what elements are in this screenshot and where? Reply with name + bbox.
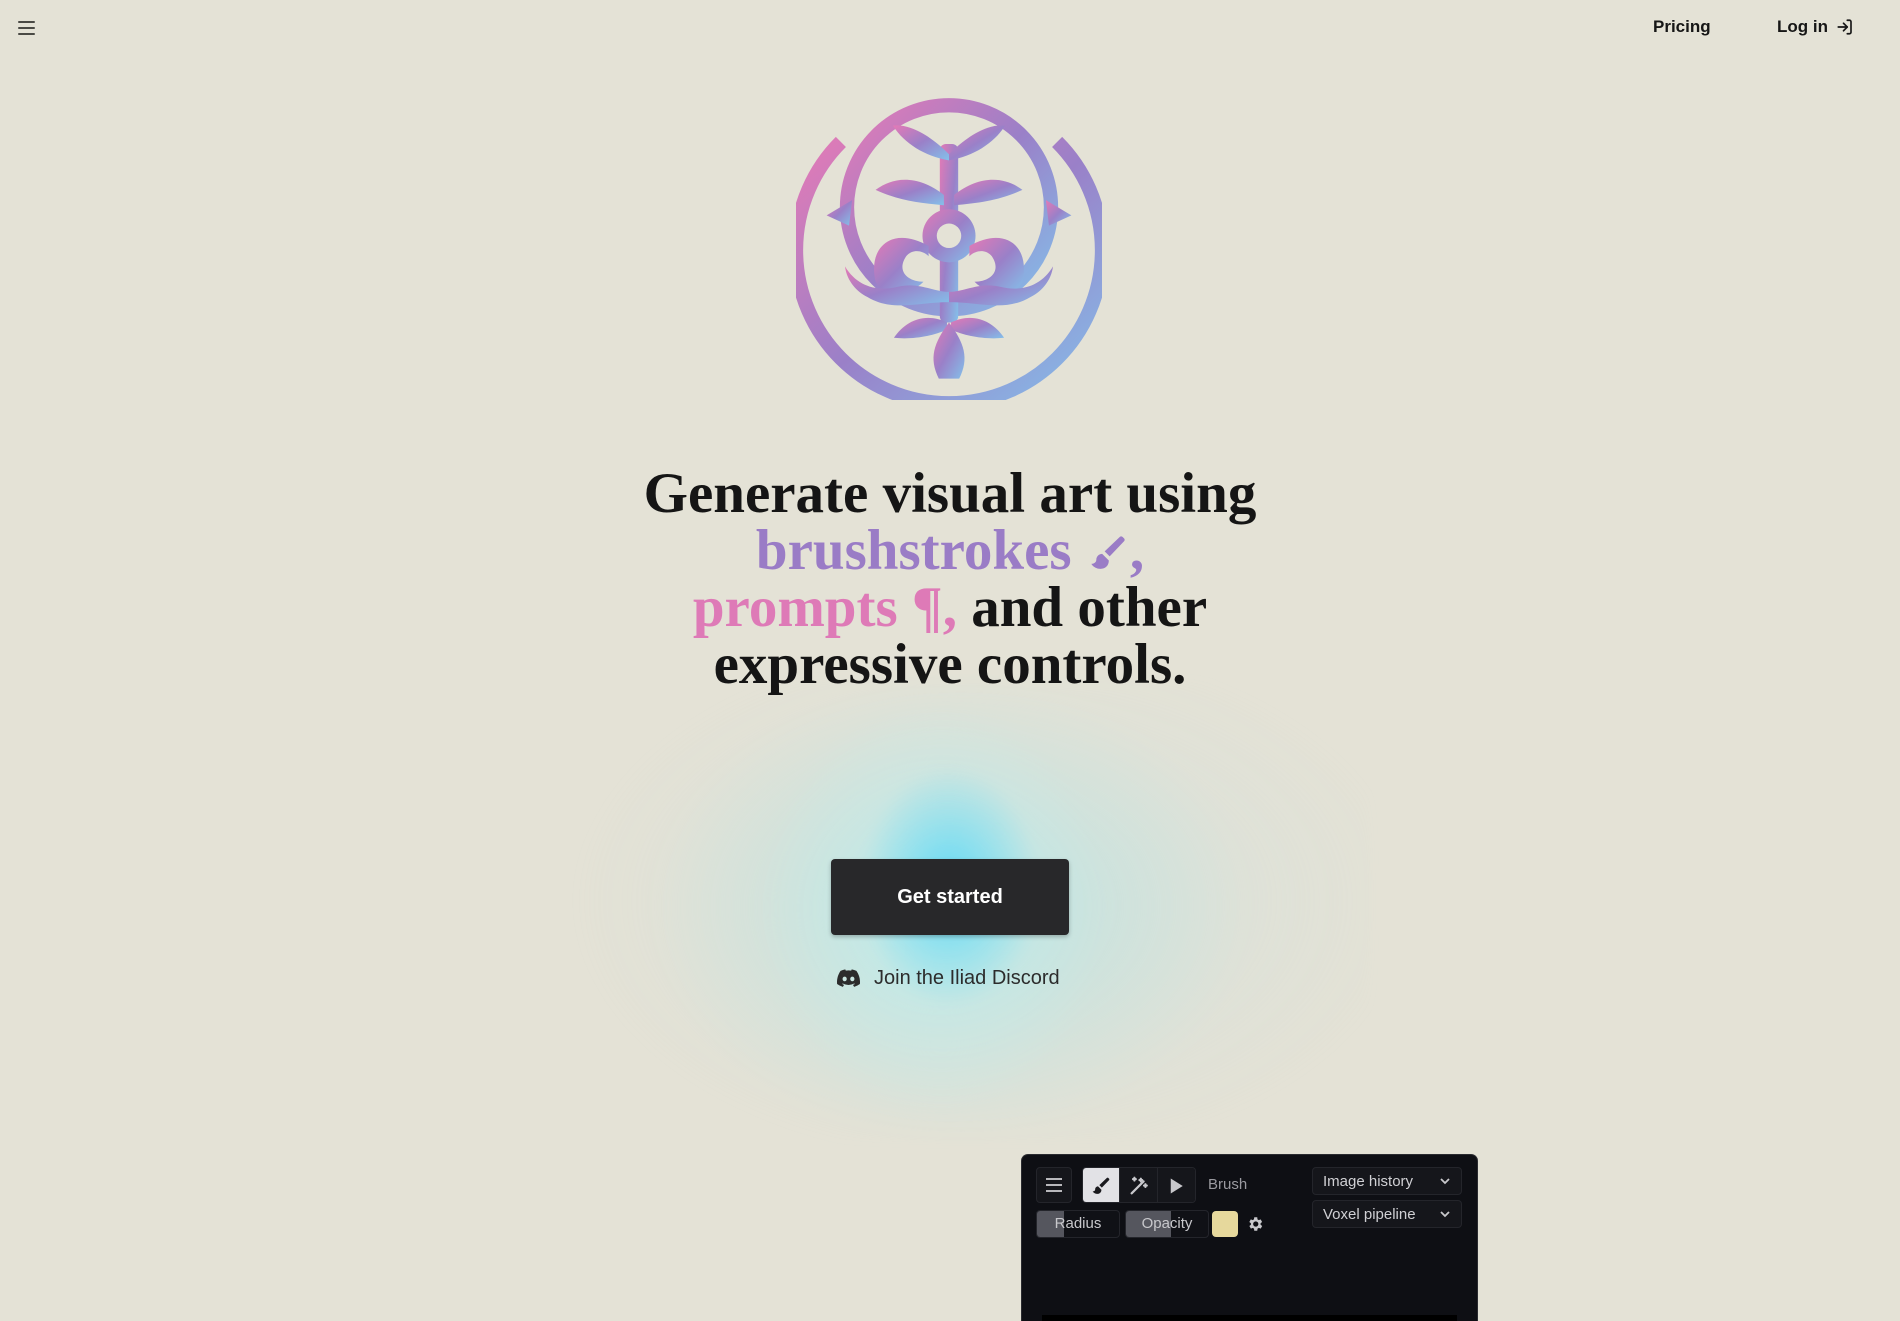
highlight-prompts: prompts ¶, xyxy=(693,576,957,639)
hamburger-icon-line xyxy=(1046,1178,1062,1180)
gear-icon[interactable] xyxy=(1246,1215,1264,1233)
voxel-pipeline-label: Voxel pipeline xyxy=(1323,1205,1416,1223)
app-menu-button[interactable] xyxy=(1036,1167,1072,1203)
iliad-logo xyxy=(796,98,1102,400)
highlight-brushstrokes: brushstrokes , xyxy=(756,519,1144,582)
opacity-label: Opacity xyxy=(1141,1215,1193,1232)
pointer-icon xyxy=(1171,1178,1184,1194)
headline-line4: expressive controls. xyxy=(713,633,1187,696)
hamburger-icon-line xyxy=(1046,1184,1062,1186)
tool-magic-wand[interactable] xyxy=(1120,1168,1158,1202)
comma: , xyxy=(1129,519,1145,582)
color-swatch[interactable] xyxy=(1212,1211,1238,1237)
headline-line3-rest: and other xyxy=(956,576,1208,639)
login-arrow-icon xyxy=(1837,19,1852,35)
discord-icon xyxy=(837,969,860,987)
chevron-down-icon xyxy=(1440,1178,1450,1185)
hamburger-icon-line xyxy=(1046,1190,1062,1192)
menu-button[interactable] xyxy=(18,18,38,38)
discord-link[interactable]: Join the Iliad Discord xyxy=(837,966,1060,990)
pilcrow-icon: ¶ xyxy=(911,576,943,639)
hamburger-icon-line xyxy=(18,21,35,23)
headline-line1: Generate visual art using xyxy=(643,462,1257,525)
canvas-area[interactable] xyxy=(1042,1315,1457,1321)
hero-headline: Generate visual art using brushstrokes ,… xyxy=(550,465,1350,693)
pricing-link[interactable]: Pricing xyxy=(1653,17,1711,37)
tool-group xyxy=(1082,1167,1196,1203)
image-history-dropdown[interactable]: Image history xyxy=(1312,1167,1462,1195)
chevron-down-icon xyxy=(1440,1211,1450,1218)
highlight-brushstrokes-text: brushstrokes xyxy=(755,519,1072,582)
hamburger-icon-line xyxy=(18,27,35,29)
discord-label: Join the Iliad Discord xyxy=(874,966,1060,989)
tool-brush[interactable] xyxy=(1083,1168,1121,1202)
radius-slider[interactable]: Radius xyxy=(1036,1210,1120,1238)
login-label: Log in xyxy=(1777,17,1828,36)
highlight-prompts-text: prompts xyxy=(692,576,898,639)
hamburger-icon-line xyxy=(18,33,35,35)
paintbrush-icon xyxy=(1092,1177,1110,1194)
voxel-pipeline-dropdown[interactable]: Voxel pipeline xyxy=(1312,1200,1462,1228)
magic-wand-icon xyxy=(1130,1176,1148,1195)
app-preview: Brush Radius Opacity Image history Voxel… xyxy=(1022,1155,1477,1321)
opacity-slider[interactable]: Opacity xyxy=(1125,1210,1209,1238)
get-started-button[interactable]: Get started xyxy=(831,859,1069,935)
radius-label: Radius xyxy=(1054,1215,1102,1232)
paintbrush-icon xyxy=(1091,536,1125,569)
image-history-label: Image history xyxy=(1323,1172,1414,1190)
active-tool-label: Brush xyxy=(1208,1176,1248,1193)
comma: , xyxy=(942,576,957,639)
tool-pointer[interactable] xyxy=(1157,1168,1195,1202)
login-link[interactable]: Log in xyxy=(1777,17,1854,37)
